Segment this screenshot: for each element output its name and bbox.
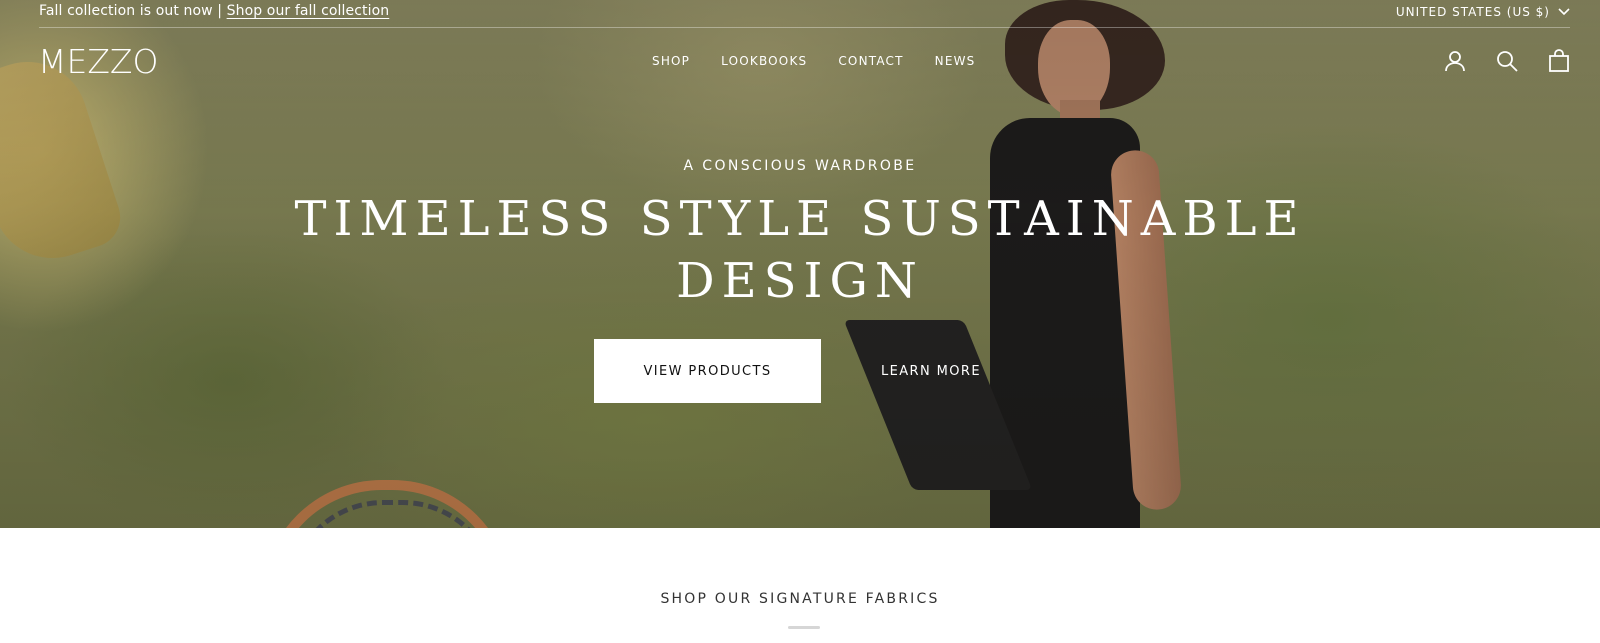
hero-headline-line1: TIMELESS STYLE SUSTAINABLE (294, 191, 1306, 247)
site-logo[interactable]: MEZZO (38, 42, 159, 81)
hero-content: A CONSCIOUS WARDROBE TIMELESS STYLE SUST… (0, 158, 1600, 312)
nav-item-shop[interactable]: SHOP (652, 54, 690, 68)
cart-icon[interactable] (1546, 48, 1572, 74)
learn-more-link[interactable]: LEARN MORE (881, 364, 981, 379)
view-products-button[interactable]: VIEW PRODUCTS (594, 339, 821, 403)
search-icon[interactable] (1494, 48, 1520, 74)
hero-headline: TIMELESS STYLE SUSTAINABLE DESIGN (0, 188, 1600, 312)
region-selector[interactable]: UNITED STATES (US $) (1396, 5, 1570, 19)
hero-cta-row: VIEW PRODUCTS LEARN MORE (594, 339, 981, 403)
hero-banner: Fall collection is out now | Shop our fa… (0, 0, 1600, 528)
section-title: SHOP OUR SIGNATURE FABRICS (660, 591, 940, 607)
chevron-down-icon (1558, 8, 1570, 16)
region-label: UNITED STATES (US $) (1395, 5, 1550, 19)
announcement-text: Fall collection is out now | (39, 3, 227, 19)
hero-kicker: A CONSCIOUS WARDROBE (683, 158, 917, 174)
hero-headline-line2: DESIGN (676, 253, 924, 309)
account-icon[interactable] (1442, 48, 1468, 74)
nav-item-contact[interactable]: CONTACT (838, 54, 903, 68)
announcement-bar: Fall collection is out now | Shop our fa… (39, 3, 389, 19)
nav-item-news[interactable]: NEWS (935, 54, 976, 68)
section-divider (788, 626, 820, 629)
main-nav: SHOP LOOKBOOKS CONTACT NEWS (652, 54, 976, 68)
announcement-link[interactable]: Shop our fall collection (227, 3, 390, 19)
nav-item-lookbooks[interactable]: LOOKBOOKS (721, 54, 807, 68)
header-divider (39, 27, 1570, 28)
header-actions (1442, 48, 1572, 74)
